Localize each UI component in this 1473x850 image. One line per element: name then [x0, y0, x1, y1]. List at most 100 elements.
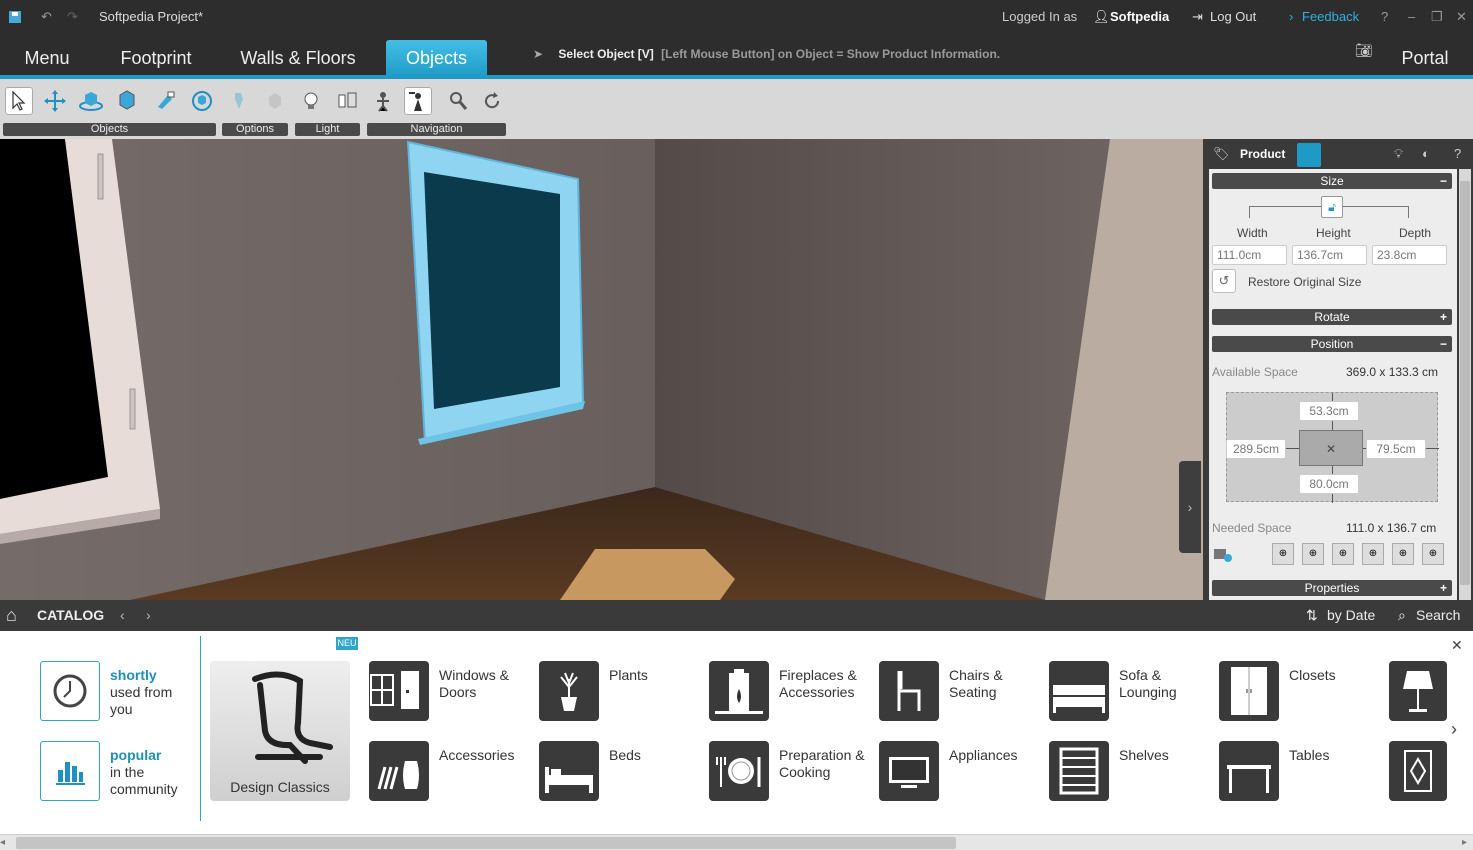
navigation-zoom-icon[interactable] [444, 87, 472, 115]
save-icon[interactable] [8, 0, 22, 33]
pos-bottom-field[interactable]: 80.0cm [1299, 474, 1359, 494]
sort-icon[interactable]: ⇅ [1306, 600, 1318, 631]
catalog-scrollbar[interactable]: ◂ ▸ [0, 834, 1473, 850]
material-icon[interactable]: ◐ [1422, 146, 1430, 161]
align-left-icon[interactable]: ⊕ [1302, 543, 1324, 565]
catalog-scrollbar-thumb[interactable] [16, 837, 956, 849]
options-2-icon[interactable] [261, 87, 289, 115]
tab-walls-floors[interactable]: Walls & Floors [232, 40, 364, 78]
rugs-icon[interactable] [1389, 741, 1447, 801]
fireplaces-label[interactable]: Fireplaces & Accessories [779, 667, 869, 701]
popular-button[interactable] [40, 741, 100, 801]
camera-icon[interactable]: 📷︎ [1355, 42, 1373, 59]
restore-size-button[interactable]: Restore Original Size [1248, 275, 1361, 289]
popular-label[interactable]: popular in the community [110, 747, 182, 798]
shelves-icon[interactable] [1049, 741, 1109, 801]
windows-doors-label[interactable]: Windows & Doors [439, 667, 529, 701]
depth-field[interactable]: 23.8cm [1372, 245, 1447, 265]
plants-label[interactable]: Plants [609, 667, 689, 684]
feedback-icon[interactable]: › [1289, 0, 1293, 33]
tab-menu[interactable]: Menu [12, 40, 82, 78]
tab-product[interactable]: Product [1240, 147, 1285, 161]
width-field[interactable]: 111.0cm [1212, 245, 1287, 265]
recently-used-button[interactable] [40, 661, 100, 721]
rotate-object-icon[interactable] [77, 87, 105, 115]
align-center-icon[interactable]: ⊕ [1332, 543, 1354, 565]
paint-icon[interactable] [152, 87, 180, 115]
light-bulb-icon[interactable] [297, 87, 325, 115]
lock-ratio-icon[interactable]: 🔓︎ [1321, 196, 1343, 218]
cooking-icon[interactable] [709, 741, 769, 801]
move-tool-icon[interactable] [41, 87, 69, 115]
pos-right-field[interactable]: 79.5cm [1366, 439, 1426, 459]
properties-section[interactable]: Properties + [1212, 580, 1452, 596]
logout-icon[interactable]: ⇥ [1192, 0, 1203, 33]
navigation-orbit-icon[interactable] [404, 87, 432, 115]
redo-icon[interactable]: ↷ [67, 0, 78, 33]
reset-object-icon[interactable] [188, 87, 216, 115]
tab-objects[interactable]: Objects [386, 40, 487, 78]
panel-collapse-handle[interactable]: › [1179, 461, 1201, 553]
align-camera-icon[interactable] [1212, 543, 1234, 565]
cooking-label[interactable]: Preparation & Cooking [779, 747, 869, 781]
catalog-forward-icon[interactable]: › [146, 600, 151, 631]
plants-icon[interactable] [539, 661, 599, 721]
tab-portal[interactable]: Portal [1392, 40, 1458, 78]
object-info-icon[interactable] [1297, 143, 1321, 167]
fireplaces-icon[interactable] [709, 661, 769, 721]
sofa-icon[interactable] [1049, 661, 1109, 721]
home-icon[interactable]: ⌂ [6, 600, 17, 631]
closets-label[interactable]: Closets [1289, 667, 1369, 684]
catalog-scroll-right-icon[interactable]: › [1451, 719, 1457, 740]
shelves-label[interactable]: Shelves [1119, 747, 1199, 764]
rotate-section[interactable]: Rotate + [1212, 309, 1452, 325]
options-1-icon[interactable] [225, 87, 253, 115]
size-collapse-icon[interactable]: − [1440, 173, 1447, 189]
light-icon[interactable]: 💡︎ [1394, 146, 1403, 162]
pos-left-field[interactable]: 289.5cm [1226, 439, 1286, 459]
appliances-icon[interactable] [879, 741, 939, 801]
light-settings-icon[interactable] [334, 87, 362, 115]
position-collapse-icon[interactable]: − [1440, 336, 1447, 352]
beds-label[interactable]: Beds [609, 747, 689, 764]
align-top-icon[interactable]: ⊕ [1272, 543, 1294, 565]
3d-viewport[interactable]: › [0, 139, 1203, 600]
rotate-expand-icon[interactable]: + [1440, 309, 1447, 325]
catalog-close-icon[interactable]: ✕ [1451, 637, 1463, 654]
windows-doors-icon[interactable] [369, 661, 429, 721]
tables-label[interactable]: Tables [1289, 747, 1369, 764]
align-floor-icon[interactable]: ⊕ [1422, 543, 1444, 565]
size-section[interactable]: Size − [1212, 173, 1452, 189]
logout-link[interactable]: Log Out [1210, 0, 1256, 33]
catalog-back-icon[interactable]: ‹ [120, 600, 125, 631]
undo-icon[interactable]: ↶ [41, 0, 52, 33]
accessories-icon[interactable] [369, 741, 429, 801]
navigation-reset-icon[interactable] [478, 87, 506, 115]
chairs-icon[interactable] [879, 661, 939, 721]
tables-icon[interactable] [1219, 741, 1279, 801]
position-section[interactable]: Position − [1212, 336, 1452, 352]
align-bottom-icon[interactable]: ⊕ [1392, 543, 1414, 565]
restore-icon[interactable]: ❐ [1431, 0, 1443, 33]
restore-size-icon[interactable]: ↺ [1212, 269, 1236, 293]
feedback-link[interactable]: Feedback [1302, 0, 1359, 33]
sofa-label[interactable]: Sofa & Lounging [1119, 667, 1199, 701]
beds-icon[interactable] [539, 741, 599, 801]
height-field[interactable]: 136.7cm [1292, 245, 1367, 265]
lamps-icon[interactable] [1389, 661, 1447, 721]
navigation-walk-icon[interactable] [369, 87, 397, 115]
tab-footprint[interactable]: Footprint [112, 40, 200, 78]
scale-object-icon[interactable] [113, 87, 141, 115]
recently-used-label[interactable]: shortly used from you [110, 667, 182, 718]
design-classics-tile[interactable]: Design Classics [210, 661, 350, 801]
help-icon[interactable]: ? [1381, 0, 1388, 33]
sort-by-date[interactable]: by Date [1327, 600, 1375, 631]
scroll-left-icon[interactable]: ◂ [0, 837, 10, 849]
select-tool-icon[interactable] [5, 87, 33, 115]
properties-expand-icon[interactable]: + [1440, 580, 1447, 596]
appliances-label[interactable]: Appliances [949, 747, 1029, 764]
scroll-right-icon[interactable]: ▸ [1462, 837, 1472, 849]
close-icon[interactable]: ✕ [1456, 0, 1467, 33]
minimize-icon[interactable]: – [1408, 0, 1415, 33]
closets-icon[interactable] [1219, 661, 1279, 721]
